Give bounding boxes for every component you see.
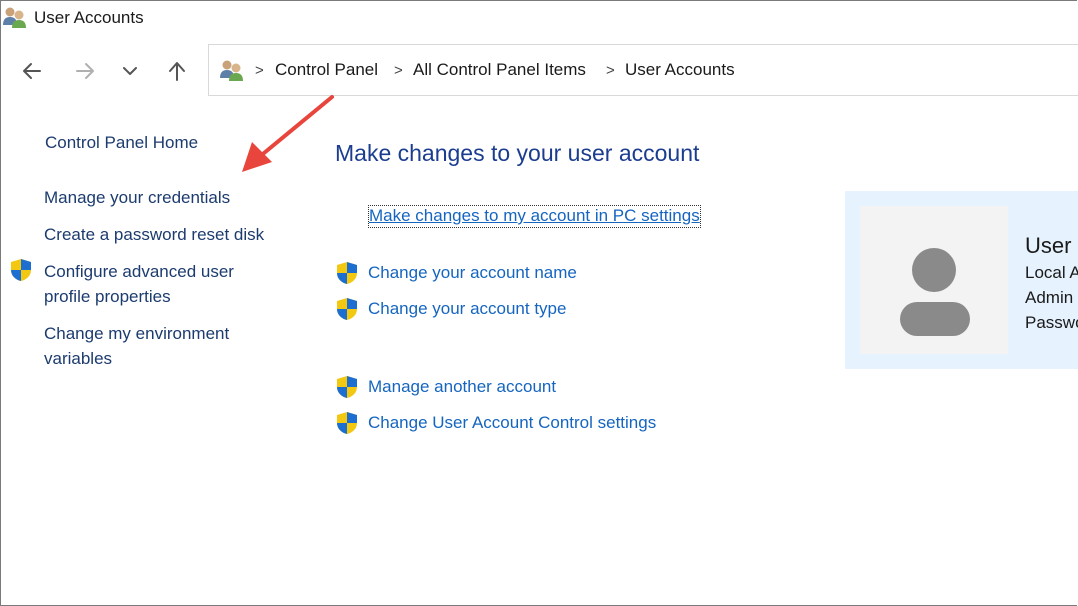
advanced-profile-link[interactable]: Configure advanced user profile properti… <box>44 259 234 309</box>
breadcrumb-separator[interactable]: > <box>394 62 403 79</box>
user-accounts-icon <box>220 60 243 81</box>
up-button[interactable] <box>162 56 192 86</box>
back-button[interactable] <box>17 56 47 86</box>
up-arrow-icon <box>169 62 185 81</box>
uac-shield-icon <box>337 412 357 434</box>
breadcrumb-control-panel[interactable]: Control Panel <box>275 60 378 80</box>
pc-settings-link[interactable]: Make changes to my account in PC setting… <box>368 205 701 228</box>
title-bar: User Accounts <box>0 0 1078 36</box>
manage-another-account-link[interactable]: Manage another account <box>368 377 556 397</box>
control-panel-home-link[interactable]: Control Panel Home <box>45 130 198 155</box>
user-accounts-icon <box>3 7 26 28</box>
breadcrumb-all-items[interactable]: All Control Panel Items <box>413 60 586 80</box>
environment-variables-link-line2: variables <box>44 349 113 368</box>
forward-arrow-icon <box>76 63 94 79</box>
advanced-profile-link-line1: Configure advanced user <box>44 262 234 281</box>
address-bar[interactable]: > Control Panel > All Control Panel Item… <box>208 44 1078 96</box>
forward-button[interactable] <box>70 56 100 86</box>
user-role: Admin <box>1025 288 1074 307</box>
uac-settings-link[interactable]: Change User Account Control settings <box>368 413 656 433</box>
uac-shield-icon <box>11 259 31 281</box>
password-reset-disk-link[interactable]: Create a password reset disk <box>44 222 264 247</box>
chevron-down-icon <box>123 67 137 75</box>
uac-shield-icon <box>337 298 357 320</box>
recent-locations-button[interactable] <box>115 56 145 86</box>
page-heading: Make changes to your user account <box>335 140 700 166</box>
user-card: User Local A Admin Passwo <box>845 191 1078 369</box>
environment-variables-link-line1: Change my environment <box>44 324 230 343</box>
change-account-type-link[interactable]: Change your account type <box>368 299 566 319</box>
breadcrumb-separator: > <box>255 62 264 79</box>
user-avatar-icon <box>900 248 970 336</box>
back-arrow-icon <box>23 63 41 79</box>
change-account-name-link[interactable]: Change your account name <box>368 263 577 283</box>
advanced-profile-link-line2: profile properties <box>44 287 171 306</box>
uac-shield-icon <box>337 376 357 398</box>
avatar <box>860 206 1008 354</box>
user-password-status: Passwo <box>1025 313 1078 332</box>
uac-shield-icon <box>337 262 357 284</box>
user-name: User <box>1025 233 1072 258</box>
breadcrumb-separator[interactable]: > <box>606 62 615 79</box>
breadcrumb-user-accounts[interactable]: User Accounts <box>625 60 735 80</box>
environment-variables-link[interactable]: Change my environment variables <box>44 321 229 371</box>
annotation-arrow-icon <box>242 95 334 172</box>
manage-credentials-link[interactable]: Manage your credentials <box>44 185 230 210</box>
window-title: User Accounts <box>34 8 144 27</box>
user-account-type: Local A <box>1025 263 1078 282</box>
